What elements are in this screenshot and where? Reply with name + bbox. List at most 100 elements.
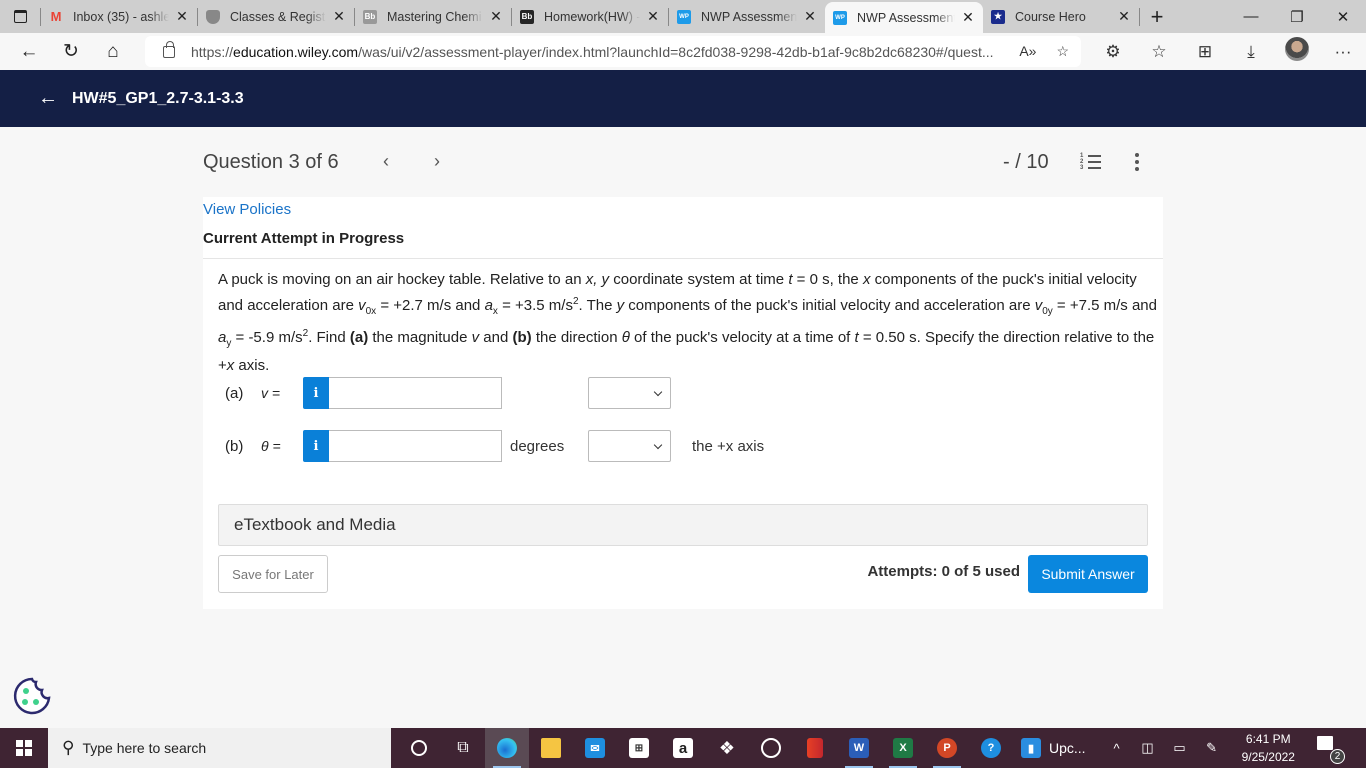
pinned-app-label: Upc...: [1049, 740, 1086, 756]
edge-icon[interactable]: [485, 728, 529, 768]
pen-icon[interactable]: ✎: [1196, 740, 1228, 756]
question-list-icon[interactable]: 123: [1080, 153, 1102, 171]
read-aloud-icon[interactable]: A»: [1019, 43, 1036, 60]
variable-label: θ =: [261, 438, 281, 454]
new-tab-button[interactable]: +: [1140, 0, 1174, 33]
mail-icon[interactable]: ✉: [573, 728, 617, 768]
restore-button[interactable]: ❐: [1274, 0, 1320, 33]
system-clock[interactable]: 6:41 PM 9/25/2022: [1242, 730, 1295, 766]
refresh-button[interactable]: ↻: [50, 33, 92, 70]
problem-statement: A puck is moving on an air hockey table.…: [218, 271, 1157, 374]
tab-label: Course Hero: [1015, 9, 1086, 24]
answer-row-b: (b) θ = i degrees the +x axis: [225, 429, 764, 463]
tab-nwp-assessment[interactable]: WP NWP Assessment ✕: [669, 0, 825, 33]
tab-mastering-chemistry[interactable]: Bb Mastering Chemi ✕: [355, 0, 511, 33]
extensions-icon[interactable]: ⚙: [1090, 42, 1136, 62]
unit-select-a[interactable]: [588, 377, 671, 409]
unit-label: degrees: [510, 437, 565, 455]
tab-gmail-inbox[interactable]: M Inbox (35) - ashle ✕: [41, 0, 197, 33]
start-button[interactable]: [0, 728, 48, 768]
tab-homework[interactable]: Bb Homework(HW) - ✕: [512, 0, 668, 33]
more-menu-icon[interactable]: ···: [1320, 42, 1366, 62]
blackboard-icon: Bb: [363, 9, 377, 24]
save-for-later-button[interactable]: Save for Later: [218, 555, 328, 593]
cookie-settings-icon[interactable]: [12, 676, 52, 716]
tab-classes-registration[interactable]: Classes & Registr ✕: [198, 0, 354, 33]
pinned-app-upcoming[interactable]: ▮ Upc...: [1013, 728, 1094, 768]
downloads-icon[interactable]: ⤓: [1228, 42, 1274, 62]
direction-select-b[interactable]: [588, 430, 671, 462]
part-label: (b): [225, 437, 244, 455]
show-hidden-icons-chevron[interactable]: ^: [1102, 741, 1132, 756]
submit-answer-button[interactable]: Submit Answer: [1028, 555, 1148, 593]
tab-close-icon[interactable]: ✕: [332, 8, 346, 25]
back-button[interactable]: ←: [8, 33, 50, 70]
amazon-icon[interactable]: a: [661, 728, 705, 768]
tab-actions-button[interactable]: [0, 0, 40, 33]
windows-taskbar: ⚲ Type here to search ⧉ ✉ ⊞ a ❖ W X P ? …: [0, 728, 1366, 768]
tab-close-icon[interactable]: ✕: [175, 8, 189, 25]
tab-label: Homework(HW) -: [544, 9, 640, 24]
help-icon[interactable]: ?: [969, 728, 1013, 768]
taskbar-search[interactable]: ⚲ Type here to search: [48, 728, 391, 768]
browser-toolbar: ← ↻ ⌂ https://education.wiley.com/was/ui…: [0, 33, 1366, 70]
next-question-button[interactable]: ›: [434, 151, 440, 172]
notification-badge: 2: [1329, 749, 1345, 764]
meet-now-icon[interactable]: ◫: [1132, 740, 1164, 756]
answer-input-b[interactable]: [329, 430, 502, 462]
question-counter: Question 3 of 6: [203, 151, 339, 173]
assignment-title: HW#5_GP1_2.7-3.1-3.3: [72, 89, 244, 107]
address-bar[interactable]: https://education.wiley.com/was/ui/v2/as…: [145, 36, 1081, 67]
profile-avatar[interactable]: [1274, 37, 1320, 66]
tab-close-icon[interactable]: ✕: [803, 8, 817, 25]
home-button[interactable]: ⌂: [92, 33, 134, 70]
tab-close-icon[interactable]: ✕: [489, 8, 503, 25]
close-window-button[interactable]: ✕: [1320, 0, 1366, 33]
etextbook-media-panel[interactable]: eTextbook and Media: [218, 504, 1148, 546]
excel-icon[interactable]: X: [881, 728, 925, 768]
favorites-icon[interactable]: ☆: [1136, 42, 1182, 62]
app-arch-icon[interactable]: [749, 728, 793, 768]
clock-date: 9/25/2022: [1241, 750, 1295, 764]
search-placeholder: Type here to search: [82, 740, 207, 756]
cortana-icon[interactable]: [397, 728, 441, 768]
info-icon[interactable]: i: [303, 377, 329, 409]
office-icon[interactable]: [793, 728, 837, 768]
notification-center-button[interactable]: 2: [1316, 736, 1345, 764]
previous-question-button[interactable]: ‹: [383, 151, 389, 172]
question-navigation: Question 3 of 6 ‹ › - / 10 123: [0, 127, 1366, 197]
notification-icon: [1316, 736, 1333, 750]
shield-crest-icon: [206, 9, 220, 24]
search-icon: ⚲: [62, 738, 75, 757]
tab-close-icon[interactable]: ✕: [961, 9, 975, 26]
back-arrow-icon[interactable]: ←: [38, 87, 58, 110]
add-favorite-icon[interactable]: ☆: [1056, 43, 1069, 60]
tab-close-icon[interactable]: ✕: [1117, 8, 1131, 25]
task-view-icon[interactable]: ⧉: [441, 728, 485, 768]
attempts-counter: Attempts: 0 of 5 used: [867, 563, 1020, 580]
url-host: education.wiley.com: [233, 43, 359, 60]
lock-icon: [163, 40, 175, 58]
more-options-icon[interactable]: [1132, 153, 1142, 174]
part-label: (a): [225, 384, 244, 402]
minimize-button[interactable]: —: [1228, 0, 1274, 33]
word-icon[interactable]: W: [837, 728, 881, 768]
powerpoint-icon[interactable]: P: [925, 728, 969, 768]
tab-label: NWP Assessment: [701, 9, 797, 24]
file-explorer-icon[interactable]: [529, 728, 573, 768]
divider: [203, 258, 1163, 259]
battery-icon[interactable]: ▭: [1164, 740, 1196, 756]
tab-nwp-assessment-active[interactable]: WP NWP Assessment ✕: [825, 2, 983, 33]
tab-close-icon[interactable]: ✕: [646, 8, 660, 25]
dropbox-icon[interactable]: ❖: [705, 728, 749, 768]
tab-course-hero[interactable]: ★ Course Hero ✕: [983, 0, 1139, 33]
info-icon[interactable]: i: [303, 430, 329, 462]
view-policies-link[interactable]: View Policies: [203, 201, 291, 218]
microsoft-store-icon[interactable]: ⊞: [617, 728, 661, 768]
answer-input-a[interactable]: [329, 377, 502, 409]
wileyplus-icon: WP: [677, 9, 691, 24]
gmail-icon: M: [50, 9, 62, 24]
browser-tab-bar: M Inbox (35) - ashle ✕ Classes & Registr…: [0, 0, 1366, 33]
attempt-status: Current Attempt in Progress: [203, 230, 405, 247]
collections-icon[interactable]: ⊞: [1182, 42, 1228, 62]
